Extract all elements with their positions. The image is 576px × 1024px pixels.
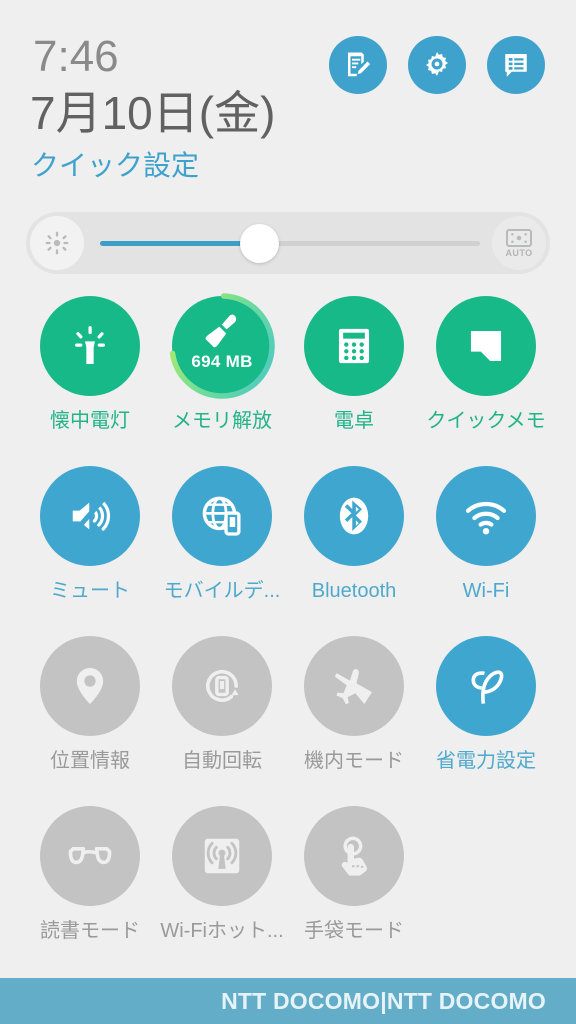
tile-label: 電卓: [334, 410, 374, 432]
tile-icon-circle: 694 MB: [169, 293, 275, 399]
flashlight-icon: [67, 323, 113, 369]
tile-power-saving[interactable]: 省電力設定: [420, 636, 552, 773]
tile-quick-memo[interactable]: クイックメモ: [420, 296, 552, 433]
tile-row: ミュート モバイルデ... Bluetooth Wi-Fi: [0, 466, 576, 636]
carrier-status-bar: NTT DOCOMO|NTT DOCOMO: [0, 978, 576, 1024]
tile-label: クイックメモ: [426, 410, 546, 432]
tile-icon-circle: [304, 806, 404, 906]
glove-touch-icon: [332, 834, 376, 878]
quick-settings-grid: 懐中電灯 694 MB メモリ解放 電卓 クイックメモ ミュート モバイルデ..…: [0, 293, 576, 976]
clock-date: 7月10日(金): [30, 87, 276, 139]
tile-location[interactable]: 位置情報: [24, 636, 156, 773]
tile-row: 読書モード Wi-Fiホット... 手袋モード: [0, 806, 576, 976]
tile-auto-rotate[interactable]: 自動回転: [156, 636, 288, 773]
carrier-name: NTT DOCOMO|NTT DOCOMO: [221, 987, 546, 1014]
tile-label: モバイルデ...: [163, 580, 281, 602]
memory-free-value: 694 MB: [191, 352, 253, 371]
tile-icon-circle: [304, 296, 404, 396]
tile-label: メモリ解放: [172, 410, 272, 432]
tile-label: ミュート: [50, 580, 130, 602]
quick-settings-panel: 7:46 7月10日(金) クイック設定 AUTO 懐中電灯 694 MB メモ…: [0, 0, 576, 1024]
tile-label: 省電力設定: [436, 750, 536, 772]
tile-icon-circle: [172, 466, 272, 566]
mute-speaker-icon: [67, 493, 113, 539]
brightness-fill: [100, 241, 260, 246]
tile-mobile-data[interactable]: モバイルデ...: [156, 466, 288, 603]
glasses-icon: [66, 832, 114, 880]
tile-label: 手袋モード: [304, 920, 404, 942]
tile-row: 懐中電灯 694 MB メモリ解放 電卓 クイックメモ: [0, 293, 576, 466]
hotspot-icon: [200, 834, 244, 878]
tile-icon-circle: [172, 806, 272, 906]
calculator-icon: [333, 325, 375, 367]
location-pin-icon: [68, 664, 112, 708]
note-edit-icon: [343, 50, 373, 80]
tile-label: 懐中電灯: [50, 410, 130, 432]
tile-icon-circle: [436, 636, 536, 736]
brightness-track[interactable]: [100, 224, 480, 263]
tile-mute[interactable]: ミュート: [24, 466, 156, 603]
tile-label: 位置情報: [50, 750, 130, 772]
tile-label: Wi-Fi: [462, 580, 510, 602]
tile-reading-mode[interactable]: 読書モード: [24, 806, 156, 943]
quick-memo-icon: [465, 325, 507, 367]
tile-label: 自動回転: [182, 750, 262, 772]
tile-icon-circle: [304, 466, 404, 566]
clock-time: 7:46: [33, 32, 119, 81]
mobile-data-icon: [200, 494, 244, 538]
brightness-thumb[interactable]: [240, 224, 280, 263]
edit-button[interactable]: [329, 36, 387, 94]
tile-memory-release[interactable]: 694 MB メモリ解放: [156, 293, 288, 433]
tile-icon-circle: [40, 466, 140, 566]
tile-bluetooth[interactable]: Bluetooth: [288, 466, 420, 603]
auto-rotate-icon: [199, 663, 245, 709]
tile-wifi[interactable]: Wi-Fi: [420, 466, 552, 603]
settings-button[interactable]: [408, 36, 466, 94]
tile-label: Wi-Fiホット...: [160, 920, 284, 942]
tile-icon-circle: [40, 296, 140, 396]
tile-icon-circle: [172, 636, 272, 736]
tile-row: 位置情報 自動回転 機内モード 省電力設定: [0, 636, 576, 806]
wifi-icon: [462, 492, 510, 540]
auto-brightness-label: AUTO: [505, 247, 533, 258]
tile-label: 読書モード: [40, 920, 140, 942]
tile-icon-circle: [304, 636, 404, 736]
tile-label: 機内モード: [304, 750, 404, 772]
leaf-icon: [463, 663, 509, 709]
tile-wifi-hotspot[interactable]: Wi-Fiホット...: [156, 806, 288, 943]
tile-airplane-mode[interactable]: 機内モード: [288, 636, 420, 773]
tile-icon-circle: [436, 466, 536, 566]
bluetooth-icon: [331, 493, 377, 539]
tile-calculator[interactable]: 電卓: [288, 296, 420, 433]
tile-icon-circle: [40, 636, 140, 736]
tile-icon-circle: [40, 806, 140, 906]
notifications-button[interactable]: [487, 36, 545, 94]
auto-brightness-icon[interactable]: AUTO: [492, 216, 546, 270]
gear-icon: [422, 50, 452, 80]
tile-glove-mode[interactable]: 手袋モード: [288, 806, 420, 943]
tile-flashlight[interactable]: 懐中電灯: [24, 296, 156, 433]
brightness-slider-row[interactable]: AUTO: [26, 212, 550, 274]
notification-list-icon: [501, 50, 531, 80]
tile-label: Bluetooth: [311, 580, 397, 602]
tile-icon-circle: [436, 296, 536, 396]
airplane-icon: [331, 663, 377, 709]
page-title: クイック設定: [31, 150, 200, 181]
brightness-sun-icon[interactable]: [30, 216, 84, 270]
broom-icon: [200, 310, 244, 354]
panel-header: 7:46 7月10日(金) クイック設定: [0, 0, 576, 200]
